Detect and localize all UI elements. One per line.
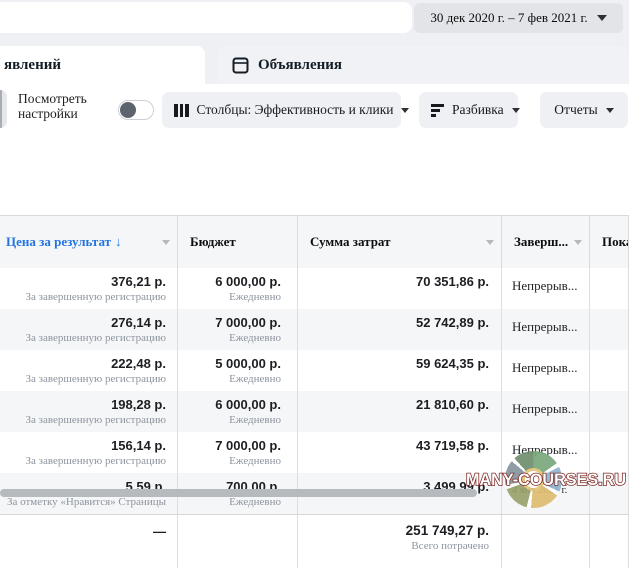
results-table: Цена за результат ↓ Бюджет Сумма затрат … [0, 215, 629, 568]
end-date-value: Непрерыв... [502, 350, 590, 391]
total-spent-value: 251 749,27 р. [298, 523, 489, 538]
svg-text:MANY-COURSES.RU: MANY-COURSES.RU [466, 470, 626, 489]
column-header-budget[interactable]: Бюджет [178, 216, 298, 268]
tab-ads[interactable]: Объявления [218, 46, 629, 84]
amount-spent-value: 52 742,89 р. [298, 315, 489, 330]
budget-type-label: Ежедневно [178, 496, 281, 508]
breakdown-button-label: Разбивка [452, 102, 504, 118]
column-header-ends[interactable]: Заверш... [502, 216, 590, 268]
ads-icon [232, 57, 249, 74]
amount-spent-value: 21 810,60 р. [298, 397, 489, 412]
end-date-value: Непрерыв... [502, 309, 590, 350]
main-panel: Посмотреть настройки Столбцы: Эффективно… [0, 84, 629, 486]
date-range-picker[interactable]: 30 дек 2020 г. – 7 фев 2021 г. [414, 3, 623, 33]
table-header-row: Цена за результат ↓ Бюджет Сумма затрат … [0, 215, 629, 268]
budget-value: 7 000,00 р. [178, 438, 281, 453]
settings-toggle[interactable] [118, 100, 154, 120]
search-bar[interactable] [0, 2, 412, 33]
columns-icon [174, 104, 189, 117]
breakdown-button[interactable]: Разбивка [419, 92, 518, 128]
result-type-label: За завершенную регистрацию [0, 291, 166, 303]
chevron-down-icon [512, 108, 520, 113]
result-type-label: За завершенную регистрацию [0, 455, 166, 467]
budget-type-label: Ежедневно [178, 291, 281, 303]
table-summary-row: — 251 749,27 р. Всего потрачено [0, 514, 629, 568]
budget-type-label: Ежедневно [178, 414, 281, 426]
budget-value: 5 000,00 р. [178, 356, 281, 371]
column-header-amount-spent[interactable]: Сумма затрат [298, 216, 502, 268]
budget-value: 6 000,00 р. [178, 274, 281, 289]
cost-per-result-value: 198,28 р. [0, 397, 166, 412]
chevron-down-icon[interactable] [486, 240, 494, 245]
reports-button-label: Отчеты [554, 102, 597, 118]
reports-button[interactable]: Отчеты [540, 92, 628, 128]
cost-per-result-value: 376,21 р. [0, 274, 166, 289]
chevron-down-icon [606, 108, 614, 113]
sort-descending-icon: ↓ [115, 234, 122, 250]
result-type-label: За завершенную регистрацию [0, 332, 166, 344]
amount-spent-value: 43 719,58 р. [298, 438, 489, 453]
result-type-label: За завершенную регистрацию [0, 414, 166, 426]
horizontal-scrollbar[interactable] [0, 489, 477, 497]
budget-value: 6 000,00 р. [178, 397, 281, 412]
columns-button-label: Столбцы: Эффективность и клики [197, 102, 394, 118]
cost-per-result-value: 156,14 р. [0, 438, 166, 453]
end-date-value: Непрерыв... [502, 391, 590, 432]
watermark-text: MANY-COURSES.RU [466, 466, 629, 492]
table-row[interactable]: 198,28 р. За завершенную регистрацию 6 00… [0, 391, 629, 432]
chevron-down-icon [597, 15, 607, 21]
amount-spent-value: 59 624,35 р. [298, 356, 489, 371]
summary-placeholder: — [153, 524, 166, 539]
breakdown-icon [431, 104, 444, 117]
tab-ad-sets[interactable]: явлений [0, 46, 205, 84]
table-row[interactable]: 276,14 р. За завершенную регистрацию 7 00… [0, 309, 629, 350]
toggle-knob-icon [120, 102, 136, 118]
view-settings-label: Посмотреть настройки [18, 91, 87, 121]
chevron-down-icon [401, 108, 409, 113]
amount-spent-value: 70 351,86 р. [298, 274, 489, 289]
end-date-value: Непрерыв... [502, 268, 590, 309]
cost-per-result-value: 222,48 р. [0, 356, 166, 371]
cutoff-button-fragment[interactable] [0, 90, 7, 128]
column-header-cost-per-result[interactable]: Цена за результат ↓ [0, 216, 178, 268]
budget-type-label: Ежедневно [178, 455, 281, 467]
tab-ad-sets-label: явлений [4, 57, 61, 74]
result-type-label: За завершенную регистрацию [0, 373, 166, 385]
chevron-down-icon[interactable] [574, 240, 582, 245]
chevron-down-icon[interactable] [162, 240, 170, 245]
column-header-impressions[interactable]: Пока [590, 216, 629, 268]
budget-value: 7 000,00 р. [178, 315, 281, 330]
result-type-label: За отметку «Нравится» Страницы [0, 496, 166, 508]
total-spent-label: Всего потрачено [298, 540, 489, 552]
cost-per-result-value: 276,14 р. [0, 315, 166, 330]
date-range-label: 30 дек 2020 г. – 7 фев 2021 г. [430, 10, 587, 26]
budget-type-label: Ежедневно [178, 373, 281, 385]
table-row[interactable]: 376,21 р. За завершенную регистрацию 6 00… [0, 268, 629, 309]
columns-button[interactable]: Столбцы: Эффективность и клики [162, 92, 401, 128]
table-row[interactable]: 222,48 р. За завершенную регистрацию 5 00… [0, 350, 629, 391]
tab-ads-label: Объявления [258, 57, 342, 74]
budget-type-label: Ежедневно [178, 332, 281, 344]
